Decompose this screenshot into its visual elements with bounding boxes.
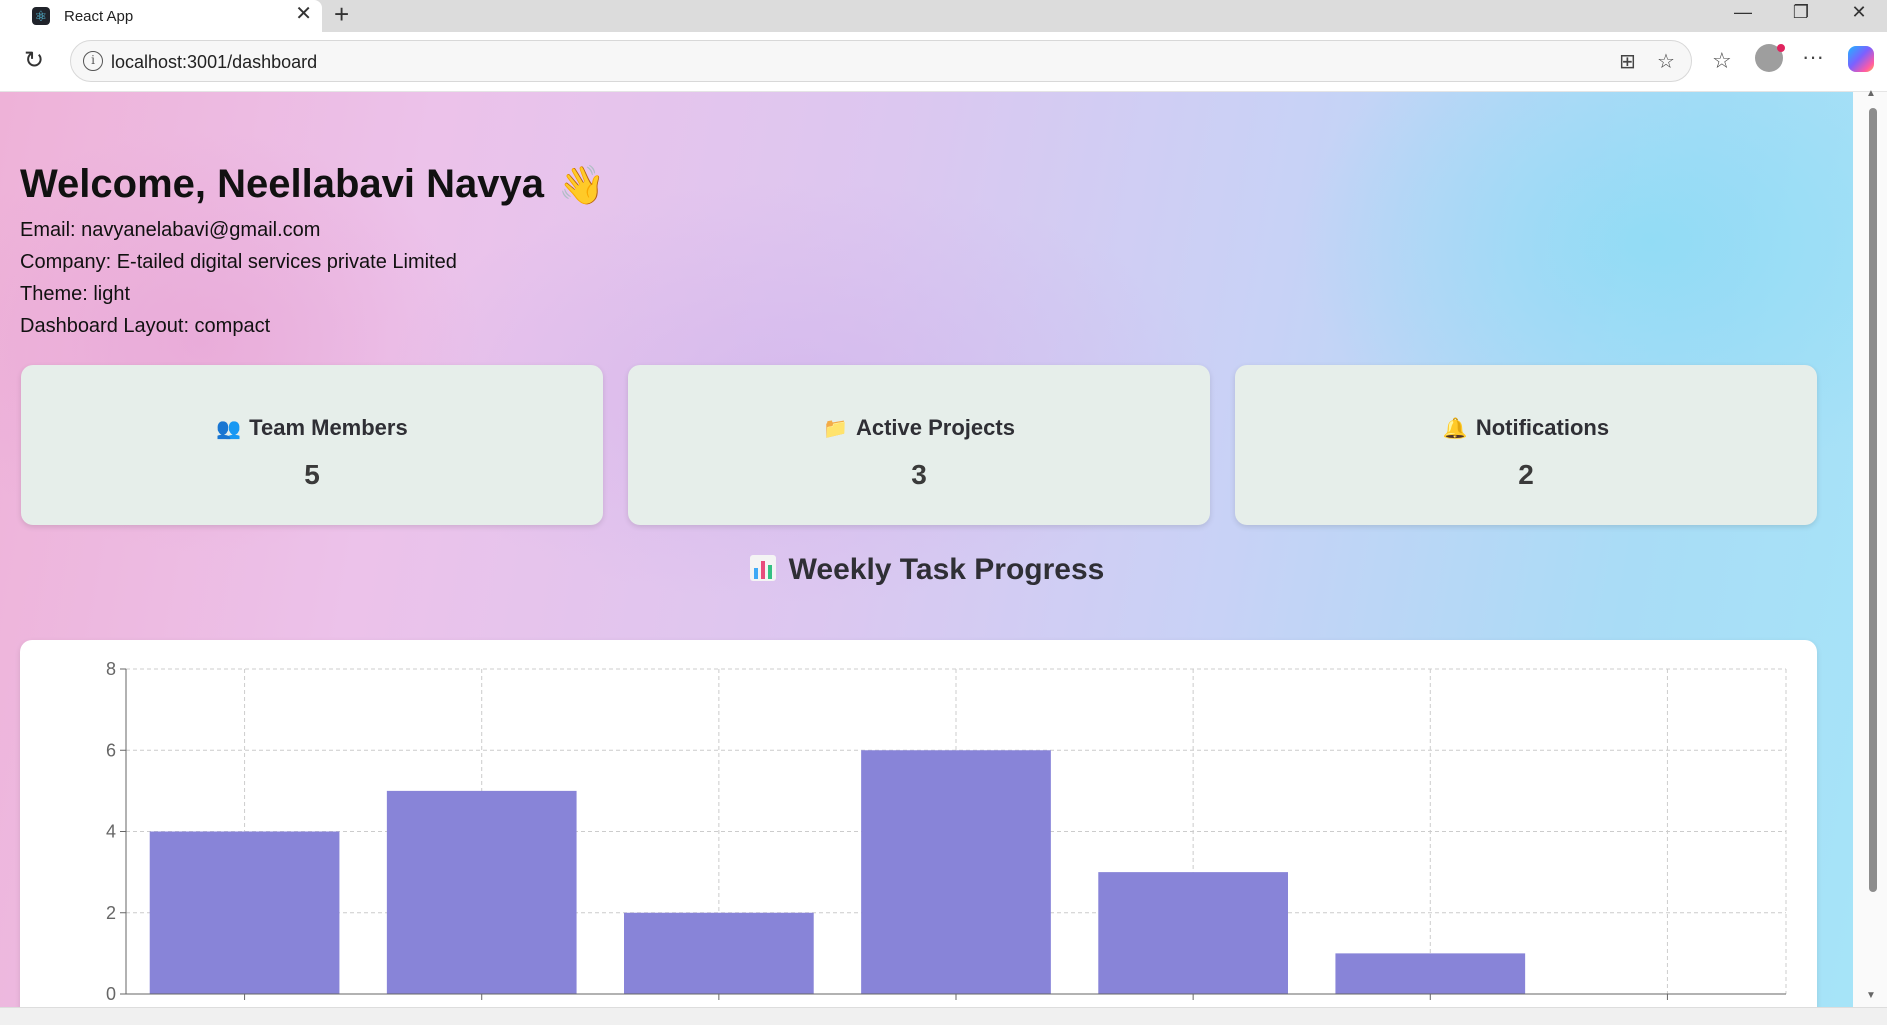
layout-info: Dashboard Layout: compact bbox=[20, 315, 271, 337]
notifications-card: 🔔 Notifications 2 bbox=[1235, 365, 1817, 525]
restore-icon[interactable]: ❐ bbox=[1772, 0, 1830, 24]
bar bbox=[386, 790, 577, 994]
scroll-up-icon[interactable]: ▲ bbox=[1866, 88, 1876, 99]
address-bar: ↻ i localhost:3001/dashboard ⊞ ☆ ☆ ··· bbox=[0, 32, 1887, 92]
taskbar-strip bbox=[0, 1007, 1887, 1025]
url-text[interactable]: localhost:3001/dashboard bbox=[111, 52, 317, 73]
y-tick-label: 6 bbox=[106, 740, 116, 760]
favorite-star-icon[interactable]: ☆ bbox=[1657, 49, 1675, 74]
card-label: Active Projects bbox=[855, 415, 1015, 440]
tab-bar: ⚛ React App ✕ + — ❐ ✕ bbox=[0, 0, 1887, 32]
site-info-icon[interactable]: i bbox=[83, 51, 103, 71]
close-tab-icon[interactable]: ✕ bbox=[295, 4, 312, 24]
card-label: Team Members bbox=[249, 415, 408, 440]
card-value: 5 bbox=[304, 459, 320, 490]
company-info: Company: E-tailed digital services priva… bbox=[20, 251, 457, 273]
welcome-heading: Welcome, Neellabavi Navya bbox=[20, 162, 544, 206]
y-tick-label: 4 bbox=[106, 822, 116, 842]
y-tick-label: 0 bbox=[106, 984, 116, 1004]
bar bbox=[1098, 872, 1288, 994]
new-tab-icon[interactable]: + bbox=[334, 0, 349, 28]
bar bbox=[624, 912, 814, 994]
bar bbox=[1335, 953, 1526, 994]
scrollbar-thumb[interactable] bbox=[1869, 108, 1877, 892]
y-tick-label: 2 bbox=[106, 903, 116, 923]
close-window-icon[interactable]: ✕ bbox=[1830, 0, 1887, 24]
chart-card: 0 2 4 6 8 bbox=[20, 640, 1817, 1007]
browser-tab[interactable]: ⚛ React App ✕ bbox=[0, 0, 322, 32]
reload-icon[interactable]: ↻ bbox=[24, 46, 44, 76]
section-title: Weekly Task Progress bbox=[0, 553, 1853, 587]
tab-title: React App bbox=[64, 7, 134, 25]
url-field[interactable]: i localhost:3001/dashboard ⊞ ☆ bbox=[70, 40, 1692, 82]
react-icon: ⚛ bbox=[32, 7, 50, 25]
theme-info: Theme: light bbox=[20, 283, 131, 305]
minimize-icon[interactable]: — bbox=[1714, 0, 1772, 24]
y-tick-label: 8 bbox=[106, 659, 116, 679]
more-options-icon[interactable]: ··· bbox=[1802, 44, 1824, 70]
card-value: 2 bbox=[1518, 459, 1534, 490]
wave-icon: 👋 bbox=[558, 165, 606, 207]
app-available-icon[interactable]: ⊞ bbox=[1619, 49, 1636, 74]
team-members-card: 👥 Team Members 5 bbox=[21, 365, 603, 525]
folder-icon: 📁 bbox=[823, 418, 848, 440]
copilot-icon[interactable] bbox=[1848, 46, 1874, 72]
email-info: Email: navyanelabavi@gmail.com bbox=[20, 219, 321, 241]
active-projects-card: 📁 Active Projects 3 bbox=[628, 365, 1210, 525]
page-viewport: Welcome, Neellabavi Navya 👋 Email: navya… bbox=[0, 92, 1853, 1007]
card-value: 3 bbox=[911, 459, 927, 490]
bar bbox=[149, 831, 340, 994]
bar-chart-icon bbox=[749, 555, 776, 581]
section-title-text: Weekly Task Progress bbox=[788, 553, 1105, 586]
weekly-task-chart: 0 2 4 6 8 bbox=[106, 659, 1787, 1004]
favorites-icon[interactable]: ☆ bbox=[1712, 48, 1732, 74]
team-members-icon: 👥 bbox=[216, 418, 242, 440]
bar bbox=[861, 750, 1051, 994]
profile-notification-dot bbox=[1777, 44, 1785, 52]
card-label: Notifications bbox=[1475, 415, 1610, 440]
bell-icon: 🔔 bbox=[1442, 418, 1468, 440]
scroll-down-icon[interactable]: ▼ bbox=[1866, 990, 1876, 1001]
